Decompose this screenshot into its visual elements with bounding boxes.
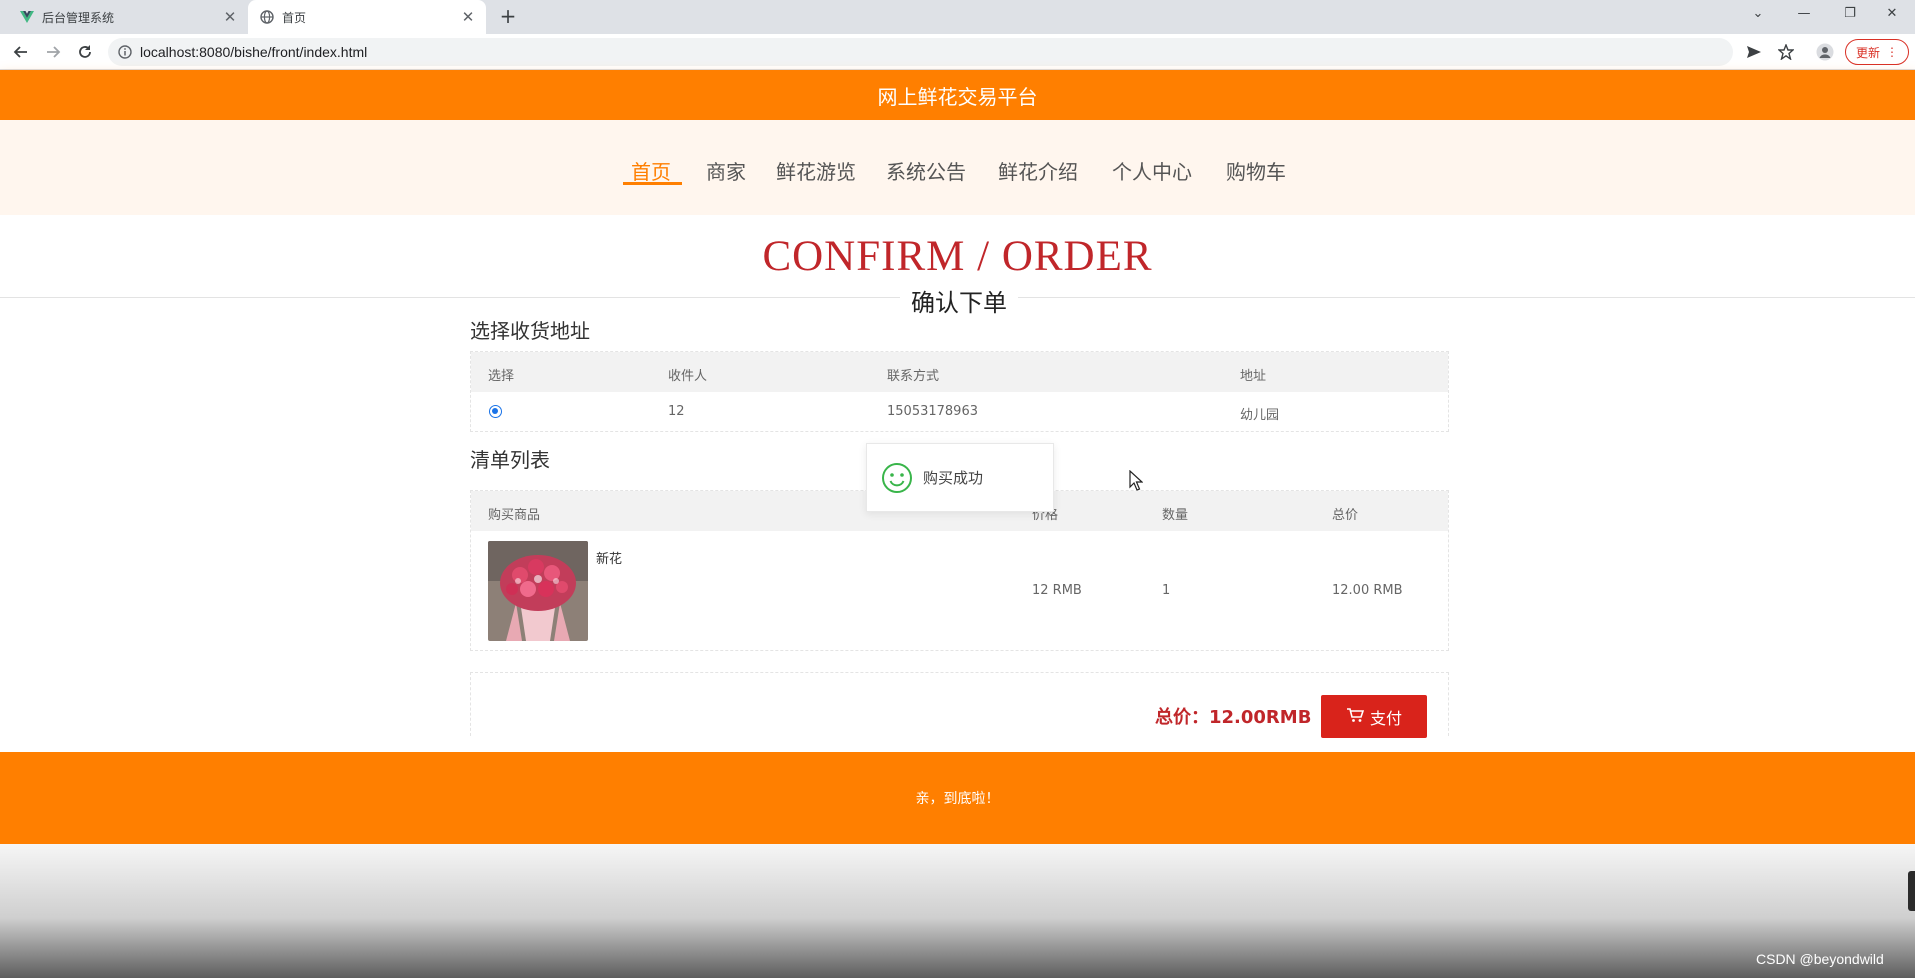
purchase-success-toast: 购买成功 <box>866 443 1054 512</box>
nav-item-cart[interactable]: 购物车 <box>1226 156 1286 185</box>
order-total: 总价：12.00RMB <box>1155 707 1312 728</box>
address-bar[interactable]: localhost:8080/bishe/front/index.html <box>108 38 1733 66</box>
flower-bouquet-image[interactable] <box>488 541 588 641</box>
new-tab-button[interactable]: + <box>496 5 520 29</box>
address-cell: 幼儿园 <box>1240 408 1280 423</box>
reload-icon[interactable] <box>71 38 99 66</box>
page-heading-cn: 确认下单 <box>900 283 1018 318</box>
back-arrow-icon[interactable] <box>7 38 35 66</box>
address-table: 选择 收件人 联系方式 地址 12 15053178963 幼儿园 <box>470 351 1449 432</box>
main-nav: 首页 商家 鲜花游览 系统公告 鲜花介绍 个人中心 购物车 <box>0 120 1915 215</box>
nav-item-flower-browse[interactable]: 鲜花游览 <box>776 156 856 185</box>
table-row[interactable]: 12 15053178963 幼儿园 <box>471 392 1448 431</box>
watermark: CSDN @beyondwild <box>1756 951 1884 967</box>
pay-label: 支付 <box>1369 708 1402 728</box>
column-header: 地址 <box>1240 369 1267 384</box>
nav-item-merchant[interactable]: 商家 <box>706 156 746 185</box>
browser-tab-home[interactable]: 首页 ✕ <box>248 0 486 34</box>
vue-logo-icon <box>20 10 34 24</box>
nav-item-user-center[interactable]: 个人中心 <box>1112 156 1192 185</box>
subtotal-cell: 12.00 RMB <box>1332 583 1403 598</box>
mouse-cursor-icon <box>1129 469 1144 496</box>
site-footer: 亲，到底啦！ <box>0 752 1915 844</box>
items-table: 购买商品 价格 数量 总价 新花 12 RMB 1 12.00 RMB <box>470 490 1449 651</box>
restore-icon[interactable]: ❐ <box>1827 0 1873 30</box>
more-menu-icon: ⋮ <box>1886 45 1898 59</box>
address-section-title: 选择收货地址 <box>470 319 590 343</box>
tab-title: 后台管理系统 <box>42 10 115 25</box>
profile-icon[interactable] <box>1816 43 1834 61</box>
product-name[interactable]: 新花 <box>596 548 622 567</box>
nav-item-flower-intro[interactable]: 鲜花介绍 <box>998 156 1078 185</box>
globe-icon <box>260 10 274 24</box>
recipient-cell: 12 <box>668 404 685 419</box>
bookmark-star-icon[interactable] <box>1777 43 1795 61</box>
tab-search-icon[interactable]: ⌄ <box>1735 0 1781 30</box>
site-title: 网上鲜花交易平台 <box>877 84 1038 109</box>
tab-title: 首页 <box>282 10 307 25</box>
close-tab-icon[interactable]: ✕ <box>220 8 240 26</box>
browser-tab-admin[interactable]: 后台管理系统 ✕ <box>8 0 248 34</box>
toast-text: 购买成功 <box>923 469 984 487</box>
info-icon[interactable] <box>118 45 132 59</box>
scrollbar-thumb[interactable] <box>1908 871 1915 911</box>
quantity-cell: 1 <box>1162 583 1171 598</box>
column-header: 总价 <box>1332 508 1359 523</box>
table-row: 新花 12 RMB 1 12.00 RMB <box>471 531 1448 650</box>
close-window-icon[interactable]: ✕ <box>1869 0 1915 30</box>
nav-item-home[interactable]: 首页 <box>631 156 671 185</box>
column-header: 选择 <box>488 369 515 384</box>
close-tab-icon[interactable]: ✕ <box>458 8 478 26</box>
pay-button[interactable]: 支付 <box>1321 695 1427 738</box>
cart-icon <box>1346 707 1365 727</box>
site-header: 网上鲜花交易平台 <box>0 70 1915 120</box>
send-icon[interactable] <box>1745 43 1763 61</box>
column-header: 收件人 <box>668 369 708 384</box>
phone-cell: 15053178963 <box>887 404 978 419</box>
url-text: localhost:8080/bishe/front/index.html <box>140 44 368 60</box>
column-header: 购买商品 <box>488 508 541 523</box>
column-header: 数量 <box>1162 508 1189 523</box>
address-radio[interactable] <box>489 405 502 418</box>
browser-toolbar: localhost:8080/bishe/front/index.html 更新… <box>0 34 1915 70</box>
page-bottom-area <box>0 844 1915 978</box>
smile-icon <box>881 462 913 494</box>
forward-arrow-icon[interactable] <box>39 38 67 66</box>
page-heading-en: CONFIRM / ORDER <box>762 233 1153 280</box>
column-header: 联系方式 <box>887 369 940 384</box>
footer-text: 亲，到底啦！ <box>915 791 1000 807</box>
price-cell: 12 RMB <box>1032 583 1082 598</box>
browser-tab-strip: 后台管理系统 ✕ 首页 ✕ + ⌄ — ❐ ✕ <box>0 0 1915 34</box>
update-button[interactable]: 更新 ⋮ <box>1845 39 1909 65</box>
items-section-title: 清单列表 <box>470 448 550 472</box>
minimize-icon[interactable]: — <box>1781 0 1827 30</box>
address-table-header: 选择 收件人 联系方式 地址 <box>471 352 1448 392</box>
nav-item-announcements[interactable]: 系统公告 <box>886 156 966 185</box>
update-label: 更新 <box>1855 45 1880 60</box>
active-nav-underline <box>623 182 682 185</box>
